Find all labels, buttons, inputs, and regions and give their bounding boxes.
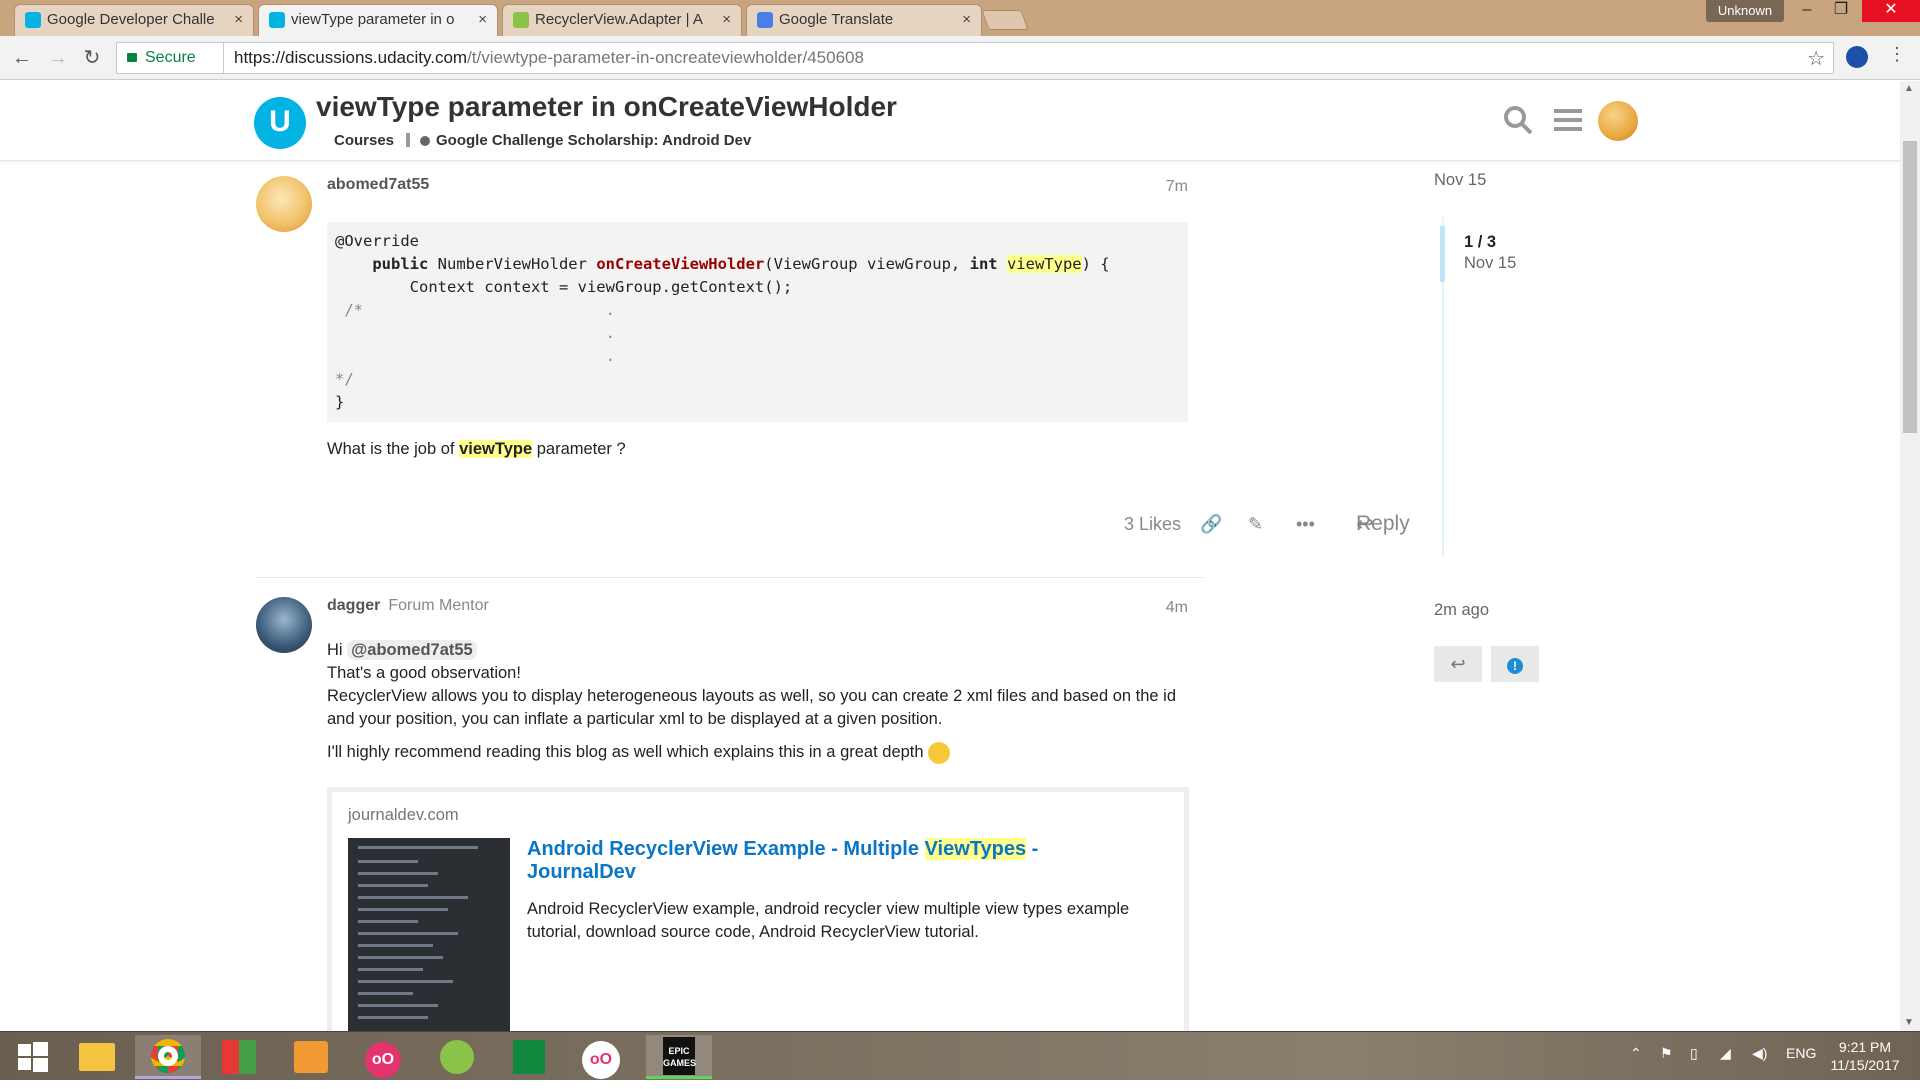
timeline-start-date[interactable]: Nov 15 [1434,171,1486,190]
user-avatar[interactable] [1598,101,1638,141]
user-mention[interactable]: @abomed7at55 [347,640,477,660]
scroll-up-icon[interactable]: ▲ [1904,83,1914,94]
reply-topic-button[interactable]: ↩ [1434,646,1482,682]
preview-title[interactable]: Android RecyclerView Example - Multiple … [527,838,1147,884]
tab-google-translate[interactable]: Google Translate × [746,4,982,36]
store-icon[interactable] [496,1035,562,1079]
back-icon[interactable]: ← [8,44,36,72]
media-player-icon[interactable] [278,1035,344,1079]
battery-icon[interactable]: ▯ [1690,1045,1698,1062]
scrollbar-thumb[interactable] [1903,141,1917,433]
subcategory-dot-icon [420,136,430,146]
search-icon[interactable] [1503,105,1533,142]
epic-games-icon[interactable]: EPIC GAMES [646,1035,712,1079]
tab-google-developer-challenge[interactable]: Google Developer Challe × [14,4,254,36]
timeline-end-date[interactable]: 2m ago [1434,601,1489,620]
browser-toolbar: ← → ↻ Secure https://discussions.udacity… [0,36,1920,80]
udacity-icon [269,12,285,28]
preview-description: Android RecyclerView example, android re… [527,900,1130,941]
udacity-icon [25,12,41,28]
page-scrollbar[interactable]: ▲ ▼ [1900,81,1920,1031]
post-username[interactable]: dagger Forum Mentor [327,597,489,615]
windows-taskbar: oO oO EPIC GAMES ⌃ ⚑ ▯ ◢ ◀) ENG 9:21 PM 1… [0,1031,1920,1080]
avatar[interactable] [256,176,312,232]
close-icon[interactable]: × [234,5,243,35]
forward-icon[interactable]: → [44,44,72,72]
wifi-icon[interactable]: ◢ [1720,1045,1731,1062]
post-question: What is the job of viewType parameter ? [327,440,626,458]
post-time[interactable]: 7m [1166,178,1188,196]
post-username[interactable]: abomed7at55 [327,176,429,194]
timeline-handle[interactable] [1440,226,1445,282]
close-window-icon[interactable]: ✕ [1862,0,1920,22]
preview-site[interactable]: journaldev.com [348,806,459,825]
more-icon[interactable]: ••• [1296,514,1315,535]
chrome-icon[interactable] [135,1035,201,1079]
topic-timeline: Nov 15 1 / 3 Nov 15 2m ago ↩ ! [1434,171,1674,682]
post-1: abomed7at55 7m @Override public NumberVi… [256,176,1410,578]
flickr-like-app-icon[interactable]: oO [350,1035,416,1079]
info-icon: ! [1507,658,1523,674]
topic-header: U viewType parameter in onCreateViewHold… [0,81,1900,161]
reply-icon: ↩ [1450,654,1466,674]
browser-titlebar: Google Developer Challe × viewType param… [0,0,1920,36]
app-tiles-icon[interactable] [206,1035,272,1079]
hamburger-menu-icon[interactable] [1554,107,1582,140]
subcategory-link[interactable]: Google Challenge Scholarship: Android De… [436,132,751,149]
likes-count[interactable]: 3 Likes [1124,514,1181,535]
code-block: @Override public NumberViewHolder onCrea… [327,222,1188,422]
oo-app-icon[interactable]: oO [568,1035,634,1079]
close-icon[interactable]: × [478,5,487,35]
post-time[interactable]: 4m [1166,599,1188,617]
tab-viewtype-parameter[interactable]: viewType parameter in o × [258,4,498,36]
android-icon [513,12,529,28]
timeline-position: 1 / 3 [1464,233,1497,251]
profile-label[interactable]: Unknown [1706,0,1784,22]
page-content: U viewType parameter in onCreateViewHold… [0,81,1900,1031]
restore-icon[interactable]: ❐ [1818,0,1864,22]
user-role: Forum Mentor [388,597,489,614]
post-divider [256,577,1204,578]
notification-button[interactable]: ! [1491,646,1539,682]
close-icon[interactable]: × [962,5,971,35]
category-color-bar [406,133,410,147]
timeline-position-date: Nov 15 [1464,254,1517,272]
translate-icon [757,12,773,28]
reload-icon[interactable]: ↻ [78,44,106,72]
preview-thumbnail-image[interactable] [348,838,510,1031]
topic-title[interactable]: viewType parameter in onCreateViewHolder [316,91,897,123]
udacity-logo[interactable]: U [254,97,306,149]
edit-pencil-icon[interactable]: ✎ [1248,514,1263,535]
lock-icon [127,53,137,62]
link-icon[interactable]: 🔗 [1200,514,1222,535]
link-preview-card[interactable]: journaldev.com Android RecyclerView Exam… [327,787,1189,1031]
secure-indicator[interactable]: Secure [127,43,196,73]
close-icon[interactable]: × [722,5,731,35]
url-text[interactable]: https://discussions.udacity.com/t/viewty… [223,43,864,73]
tray-expand-icon[interactable]: ⌃ [1630,1045,1642,1062]
new-tab-button[interactable] [981,10,1029,30]
avatar[interactable] [256,597,312,653]
volume-icon[interactable]: ◀) [1752,1045,1767,1062]
scroll-down-icon[interactable]: ▼ [1904,1017,1914,1028]
file-explorer-icon[interactable] [64,1035,130,1079]
bookmark-star-icon[interactable]: ☆ [1807,46,1825,71]
smiley-emoji-icon [928,741,951,764]
address-bar[interactable]: Secure https://discussions.udacity.com/t… [116,42,1834,74]
category-link[interactable]: Courses [334,132,394,149]
extension-icon[interactable] [1846,46,1868,68]
flag-icon[interactable]: ⚑ [1660,1045,1673,1062]
language-indicator[interactable]: ENG [1786,1045,1816,1061]
windows-start-icon[interactable] [0,1035,66,1079]
system-clock[interactable]: 9:21 PM 11/15/2017 [1820,1038,1910,1074]
android-studio-icon[interactable] [424,1035,490,1079]
post-body: Hi @abomed7at55 That's a good observatio… [327,639,1197,764]
tab-recyclerview-adapter[interactable]: RecyclerView.Adapter | A × [502,4,742,36]
post-2: dagger Forum Mentor 4m Hi @abomed7at55 Th… [256,597,1204,1031]
browser-menu-icon[interactable]: ⋮ [1888,44,1906,65]
